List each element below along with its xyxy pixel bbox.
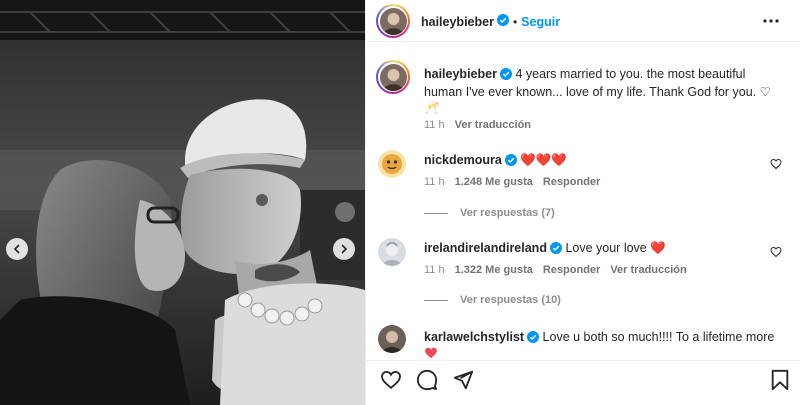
comment-reply-button[interactable]: Responder: [543, 264, 600, 276]
chevron-left-icon: [13, 244, 20, 254]
post-photo[interactable]: [0, 0, 365, 405]
comment-row: karlawelchstylist Love u both so much!!!…: [424, 329, 774, 347]
previous-photo-button[interactable]: [6, 238, 28, 260]
bookmark-icon[interactable]: [770, 369, 790, 394]
verified-badge-icon: [496, 14, 509, 29]
more-options-icon[interactable]: [762, 13, 780, 32]
comment-avatar[interactable]: [378, 150, 406, 178]
comment-avatar[interactable]: [378, 238, 406, 266]
heart-icon[interactable]: [380, 369, 402, 394]
comment-username[interactable]: karlawelchstylist: [424, 330, 524, 344]
verified-badge-icon: [504, 154, 517, 170]
view-replies-label: Ver respuestas (10): [460, 294, 561, 306]
comment-text: Love u both so much!!!! To a lifetime mo…: [542, 330, 775, 344]
replies-divider: [424, 212, 448, 214]
post-image: [0, 0, 365, 405]
author-username[interactable]: haileybieber: [421, 15, 494, 29]
post-caption: haileybieber 4 years married to you. the…: [424, 66, 784, 116]
comment-likes[interactable]: 1.248 Me gusta: [455, 176, 533, 188]
comment-text: ❤️❤️❤️: [520, 153, 567, 167]
share-icon[interactable]: [452, 369, 474, 394]
view-replies-button[interactable]: Ver respuestas (10): [424, 294, 561, 306]
view-replies-label: Ver respuestas (7): [460, 207, 555, 219]
post-actions-bar: [366, 360, 800, 405]
comment-username[interactable]: irelandirelandireland: [424, 241, 547, 255]
comment-translate-link[interactable]: Ver traducción: [610, 264, 686, 276]
comment-row: irelandirelandireland Love your love ❤️: [424, 240, 666, 258]
comment-username[interactable]: nickdemoura: [424, 153, 502, 167]
caption-meta: 11 h Ver traducción: [424, 119, 531, 131]
separator-dot: •: [512, 14, 518, 29]
verified-badge-icon: [499, 68, 512, 84]
comment-row: nickdemoura ❤️❤️❤️: [424, 152, 567, 170]
comment-meta: 11 h 1.248 Me gusta Responder: [424, 176, 600, 188]
next-photo-button[interactable]: [333, 238, 355, 260]
comment-likes[interactable]: 1.322 Me gusta: [455, 264, 533, 276]
comment-time[interactable]: 11 h: [424, 176, 445, 188]
caption-avatar[interactable]: [376, 60, 410, 94]
comment-time[interactable]: 11 h: [424, 264, 445, 276]
verified-badge-icon: [527, 331, 540, 347]
comment-avatar[interactable]: [378, 325, 406, 353]
comment-reply-button[interactable]: Responder: [543, 176, 600, 188]
comment-icon[interactable]: [416, 369, 438, 394]
caption-time[interactable]: 11 h: [424, 119, 445, 131]
chevron-right-icon: [341, 244, 348, 254]
follow-button[interactable]: Seguir: [521, 15, 560, 29]
comment-like-heart-icon[interactable]: [770, 158, 782, 173]
heart-emoji: [424, 346, 440, 358]
comment-like-heart-icon[interactable]: [770, 246, 782, 261]
replies-divider: [424, 299, 448, 301]
view-replies-button[interactable]: Ver respuestas (7): [424, 207, 555, 219]
post-side-panel: haileybieber • Seguir haileybieber 4 yea…: [365, 0, 800, 405]
verified-badge-icon: [549, 242, 562, 258]
author-avatar[interactable]: [376, 4, 410, 38]
caption-translate-link[interactable]: Ver traducción: [455, 119, 531, 131]
comment-meta: 11 h 1.322 Me gusta Responder Ver traducció…: [424, 264, 687, 276]
comment-text: Love your love ❤️: [565, 241, 666, 255]
post-header: haileybieber • Seguir: [366, 0, 800, 42]
caption-username[interactable]: haileybieber: [424, 67, 497, 81]
